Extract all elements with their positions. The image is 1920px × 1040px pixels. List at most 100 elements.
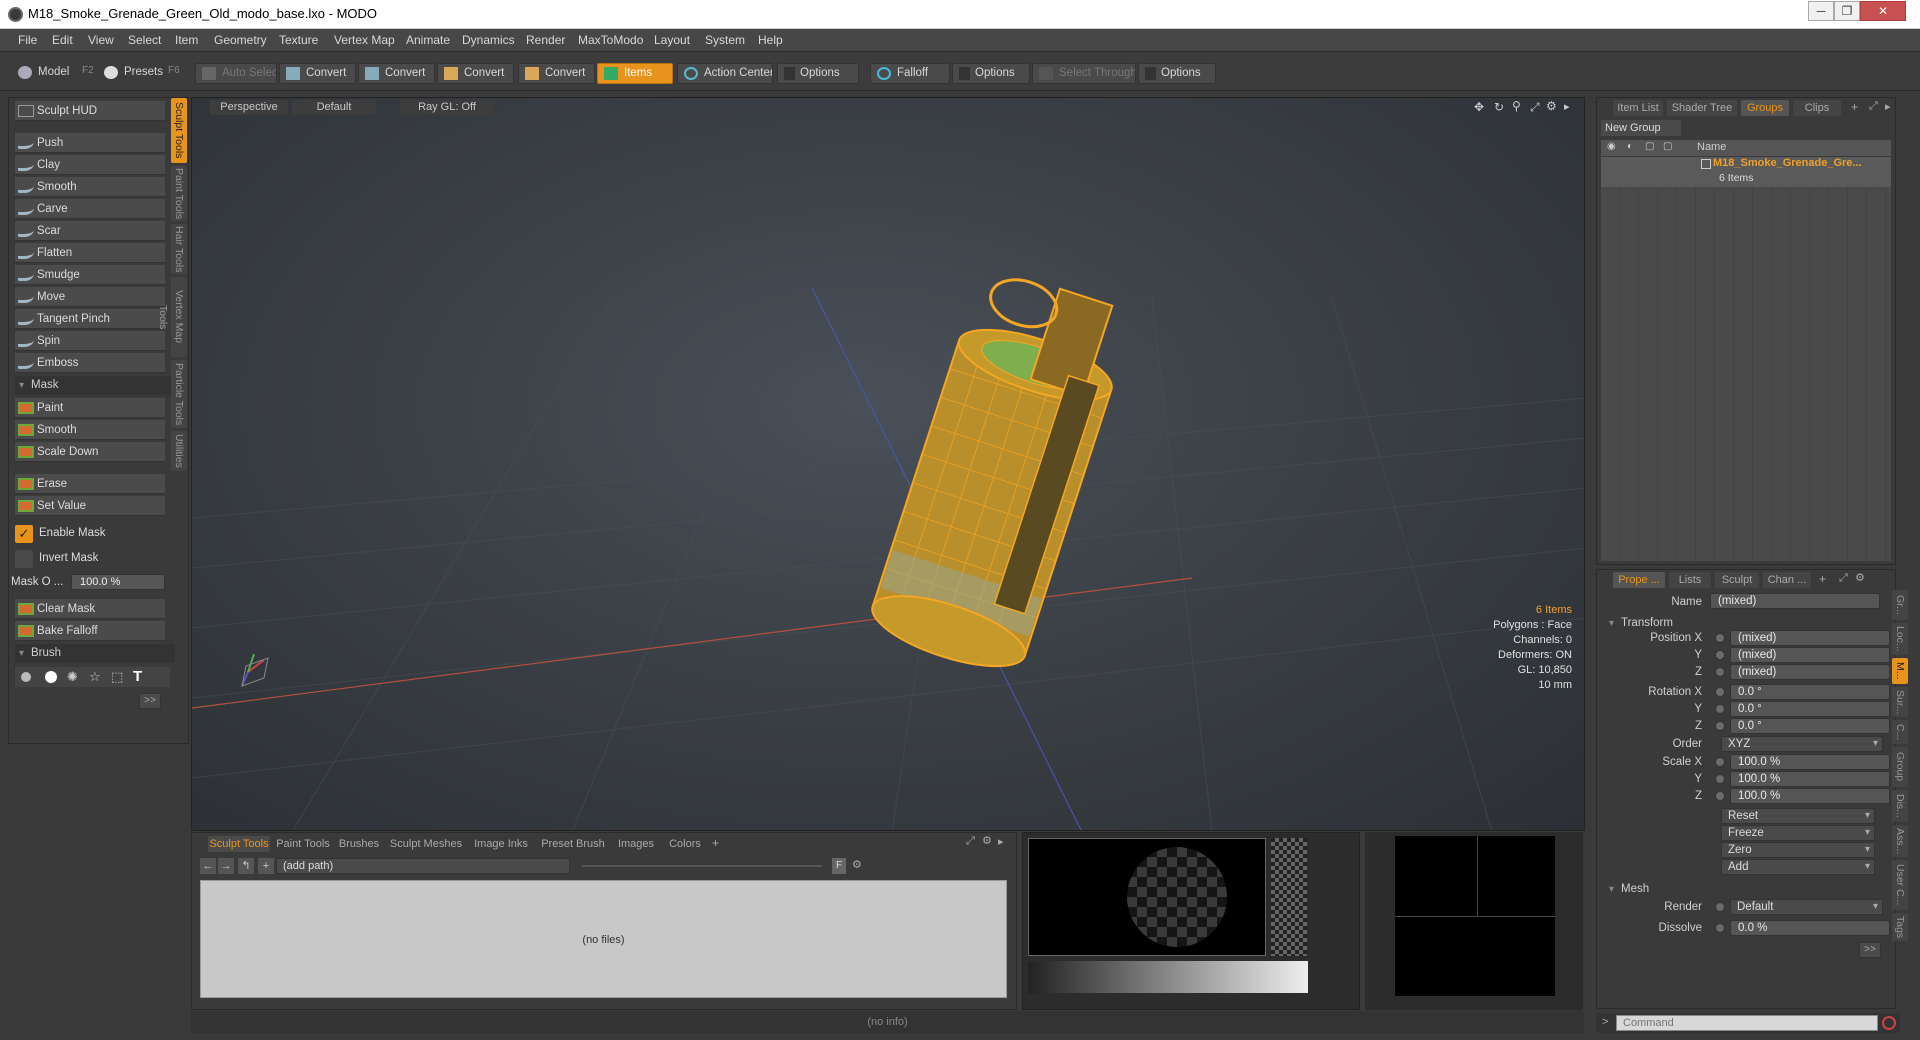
- thumbnail-size-slider[interactable]: [582, 865, 822, 867]
- tool-move[interactable]: Move: [15, 287, 165, 307]
- more-button[interactable]: >>: [139, 693, 161, 709]
- forward-arrow-icon[interactable]: →: [218, 858, 234, 874]
- tab-utilities[interactable]: Utilities: [171, 431, 187, 471]
- tab-user-channels[interactable]: User C...: [1892, 860, 1908, 910]
- gear-icon[interactable]: ⚙: [982, 834, 992, 847]
- add-tab-icon[interactable]: +: [1851, 100, 1858, 114]
- animate-dot-icon[interactable]: [1715, 902, 1725, 912]
- tab-paint-tools[interactable]: Paint Tools: [171, 166, 187, 221]
- scale-x-input[interactable]: 100.0 %: [1730, 754, 1890, 770]
- animate-dot-icon[interactable]: [1715, 633, 1725, 643]
- lock-icon[interactable]: ▢: [1645, 141, 1654, 152]
- tab-properties[interactable]: Prope ...: [1613, 572, 1665, 588]
- tab-sculpt[interactable]: Sculpt: [1715, 572, 1759, 588]
- mask-opacity-input[interactable]: 100.0 %: [71, 574, 165, 590]
- enable-mask-checkbox[interactable]: ✓: [15, 525, 33, 543]
- animate-dot-icon[interactable]: [1715, 687, 1725, 697]
- tool-tangent-pinch[interactable]: Tangent Pinch: [15, 309, 165, 329]
- tab-c[interactable]: C...: [1892, 720, 1908, 744]
- invert-mask-row[interactable]: Invert Mask: [15, 549, 175, 569]
- more-properties-button[interactable]: >>: [1859, 942, 1881, 958]
- tool-clay[interactable]: Clay: [15, 155, 165, 175]
- tab-preset-brush[interactable]: Preset Brush: [538, 836, 608, 852]
- convert-materials-button[interactable]: Convert: [518, 63, 595, 84]
- path-dropdown[interactable]: (add path): [276, 858, 570, 874]
- position-x-input[interactable]: (mixed): [1730, 630, 1890, 646]
- menu-layout[interactable]: Layout: [654, 33, 690, 47]
- panel-menu-arrow-icon[interactable]: ▸: [998, 835, 1004, 848]
- tool-smooth[interactable]: Smooth: [15, 177, 165, 197]
- falloff-options-button[interactable]: Options: [952, 63, 1030, 84]
- menu-render[interactable]: Render: [526, 33, 565, 47]
- falloff-button[interactable]: Falloff: [870, 63, 950, 84]
- 3d-viewport[interactable]: Perspective Default Ray GL: Off ✥ ↻ ⚲ ⤢ …: [191, 97, 1585, 831]
- minimize-button[interactable]: ─: [1808, 1, 1834, 21]
- tab-clips[interactable]: Clips: [1793, 100, 1841, 116]
- name-column[interactable]: Name: [1697, 141, 1726, 153]
- menu-view[interactable]: View: [88, 33, 114, 47]
- select-icon[interactable]: ▢: [1663, 141, 1672, 152]
- tool-push[interactable]: Push: [15, 133, 165, 153]
- falloff-gradient[interactable]: [1028, 961, 1308, 993]
- parent-folder-icon[interactable]: ↰: [238, 858, 254, 874]
- tab-particle-tools[interactable]: Particle Tools: [171, 360, 187, 428]
- position-y-input[interactable]: (mixed): [1730, 647, 1890, 663]
- tab-images[interactable]: Images: [614, 836, 658, 852]
- tab-loc[interactable]: Loc...: [1892, 623, 1908, 655]
- add-dropdown[interactable]: Add: [1721, 859, 1875, 875]
- reset-dropdown[interactable]: Reset: [1721, 808, 1875, 824]
- model-layout-button[interactable]: Model: [12, 63, 84, 84]
- tab-sculpt-tools-browser[interactable]: Sculpt Tools: [208, 836, 270, 852]
- expand-panel-icon[interactable]: ⤢: [1869, 100, 1878, 113]
- mask-section-header[interactable]: Mask: [15, 376, 175, 395]
- bake-falloff-button[interactable]: Bake Falloff: [15, 621, 165, 641]
- menu-maxtomodo[interactable]: MaxToModo: [578, 33, 643, 47]
- command-input[interactable]: [1616, 1015, 1878, 1031]
- dissolve-input[interactable]: 0.0 %: [1730, 920, 1890, 936]
- expand-panel-icon[interactable]: ⤢: [1839, 572, 1848, 585]
- menu-animate[interactable]: Animate: [406, 33, 450, 47]
- menu-dynamics[interactable]: Dynamics: [462, 33, 515, 47]
- enable-mask-row[interactable]: ✓ Enable Mask: [15, 524, 175, 544]
- panel-menu-arrow-icon[interactable]: ▸: [1885, 100, 1891, 113]
- items-mode-button[interactable]: Items: [597, 63, 673, 84]
- tab-sculpt-tools[interactable]: Sculpt Tools: [171, 98, 187, 163]
- tab-image-inks[interactable]: Image Inks: [470, 836, 532, 852]
- tool-scar[interactable]: Scar: [15, 221, 165, 241]
- tab-gr[interactable]: Gr...: [1892, 590, 1908, 620]
- mesh-section[interactable]: Mesh: [1605, 880, 1875, 899]
- browser-gear-icon[interactable]: ⚙: [852, 858, 862, 871]
- mask-scale-down-button[interactable]: Scale Down: [15, 442, 165, 462]
- add-tab-icon[interactable]: +: [712, 836, 719, 850]
- expand-panel-icon[interactable]: ⤢: [966, 835, 975, 848]
- invert-mask-checkbox[interactable]: [15, 550, 33, 568]
- rotation-z-input[interactable]: 0.0 °: [1730, 718, 1890, 734]
- render-dropdown[interactable]: Default: [1730, 899, 1883, 915]
- select-through-button[interactable]: Select Through: [1032, 63, 1136, 84]
- render-icon[interactable]: ◐: [1627, 141, 1633, 152]
- new-group-button[interactable]: New Group: [1601, 120, 1681, 136]
- add-folder-icon[interactable]: +: [258, 858, 274, 874]
- rotation-order-dropdown[interactable]: XYZ: [1721, 736, 1883, 752]
- back-arrow-icon[interactable]: ←: [200, 858, 216, 874]
- erase-button[interactable]: Erase: [15, 474, 165, 494]
- zero-dropdown[interactable]: Zero: [1721, 842, 1875, 858]
- tab-paint-tools-browser[interactable]: Paint Tools: [274, 836, 332, 852]
- menu-select[interactable]: Select: [128, 33, 161, 47]
- set-value-button[interactable]: Set Value: [15, 496, 165, 516]
- tab-tags[interactable]: Tags: [1892, 913, 1908, 941]
- filter-button[interactable]: F: [832, 858, 846, 874]
- brush-section-header[interactable]: Brush: [15, 644, 175, 663]
- tab-channels[interactable]: Chan ...: [1763, 572, 1811, 588]
- tool-smudge[interactable]: Smudge: [15, 265, 165, 285]
- animate-dot-icon[interactable]: [1715, 791, 1725, 801]
- tab-hair-tools[interactable]: Hair Tools: [171, 224, 187, 274]
- brush-splatter-icon[interactable]: ✺: [67, 669, 78, 685]
- tab-lists[interactable]: Lists: [1669, 572, 1711, 588]
- tab-vertex-map-tools[interactable]: Vertex Map Tools: [157, 277, 187, 357]
- groups-list-area[interactable]: [1601, 187, 1891, 561]
- name-input[interactable]: (mixed): [1710, 593, 1880, 609]
- tab-sculpt-meshes[interactable]: Sculpt Meshes: [388, 836, 464, 852]
- menu-geometry[interactable]: Geometry: [214, 33, 267, 47]
- mask-smooth-button[interactable]: Smooth: [15, 420, 165, 440]
